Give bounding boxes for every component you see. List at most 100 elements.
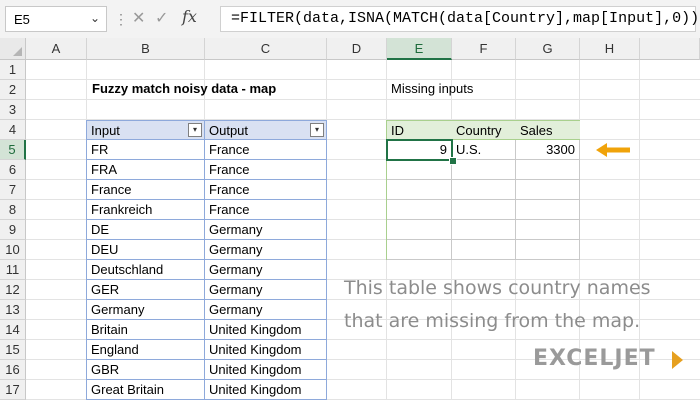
row-header-16[interactable]: 16 bbox=[0, 360, 26, 380]
map-cell[interactable]: United Kingdom bbox=[205, 320, 327, 340]
map-cell[interactable]: DEU bbox=[87, 240, 205, 260]
enter-icon[interactable]: ✓ bbox=[155, 8, 168, 28]
row-header-12[interactable]: 12 bbox=[0, 280, 26, 300]
result-header-sales[interactable]: Sales bbox=[516, 120, 580, 140]
map-cell[interactable]: France bbox=[205, 200, 327, 220]
result-header-country[interactable]: Country bbox=[452, 120, 516, 140]
row-header-2[interactable]: 2 bbox=[0, 80, 26, 100]
row-header-13[interactable]: 13 bbox=[0, 300, 26, 320]
empty-result-cell[interactable] bbox=[516, 180, 580, 200]
row-header-10[interactable]: 10 bbox=[0, 240, 26, 260]
map-cell[interactable]: Germany bbox=[205, 260, 327, 280]
map-cell[interactable]: Germany bbox=[205, 220, 327, 240]
row-header-7[interactable]: 7 bbox=[0, 180, 26, 200]
map-cell[interactable]: United Kingdom bbox=[205, 360, 327, 380]
map-cell[interactable]: France bbox=[205, 180, 327, 200]
column-header-a[interactable]: A bbox=[26, 38, 87, 60]
arrow-left-icon bbox=[596, 143, 630, 157]
map-cell[interactable]: United Kingdom bbox=[205, 380, 327, 400]
map-cell[interactable]: Germany bbox=[205, 280, 327, 300]
result-cell[interactable]: U.S. bbox=[452, 140, 516, 160]
map-cell[interactable]: Frankreich bbox=[87, 200, 205, 220]
empty-result-cell[interactable] bbox=[516, 240, 580, 260]
map-cell[interactable]: Germany bbox=[205, 300, 327, 320]
exceljet-logo: EXCELJET bbox=[533, 346, 656, 371]
filter-icon[interactable]: ▾ bbox=[310, 123, 324, 137]
table-border bbox=[87, 319, 327, 320]
column-header-c[interactable]: C bbox=[205, 38, 327, 60]
row-header-11[interactable]: 11 bbox=[0, 260, 26, 280]
map-cell[interactable]: GBR bbox=[87, 360, 205, 380]
insert-function-icon[interactable]: fx bbox=[182, 7, 197, 26]
empty-result-cell[interactable] bbox=[387, 220, 452, 240]
table-border bbox=[326, 120, 327, 400]
empty-result-cell[interactable] bbox=[387, 180, 452, 200]
column-header-g[interactable]: G bbox=[516, 38, 580, 60]
empty-result-cell[interactable] bbox=[452, 200, 516, 220]
empty-result-cell[interactable] bbox=[516, 220, 580, 240]
row-header-14[interactable]: 14 bbox=[0, 320, 26, 340]
column-header-h[interactable]: H bbox=[580, 38, 640, 60]
formula-input[interactable]: =FILTER(data,ISNA(MATCH(data[Country],ma… bbox=[220, 6, 700, 32]
table-border bbox=[87, 239, 327, 240]
map-cell[interactable]: United Kingdom bbox=[205, 340, 327, 360]
map-cell[interactable]: France bbox=[205, 140, 327, 160]
table-border bbox=[86, 120, 87, 400]
table-border bbox=[87, 359, 327, 360]
selected-cell-e5[interactable] bbox=[386, 139, 453, 161]
row-header-15[interactable]: 15 bbox=[0, 340, 26, 360]
map-cell[interactable]: FR bbox=[87, 140, 205, 160]
more-options-icon[interactable]: ⋮ bbox=[114, 11, 128, 28]
map-cell[interactable]: England bbox=[87, 340, 205, 360]
filter-icon[interactable]: ▾ bbox=[188, 123, 202, 137]
empty-result-cell[interactable] bbox=[452, 160, 516, 180]
map-cell[interactable]: Germany bbox=[87, 300, 205, 320]
row-header-1[interactable]: 1 bbox=[0, 60, 26, 80]
column-header-f[interactable]: F bbox=[452, 38, 516, 60]
row-header-6[interactable]: 6 bbox=[0, 160, 26, 180]
map-cell[interactable]: Deutschland bbox=[87, 260, 205, 280]
table-border bbox=[204, 120, 205, 400]
formula-text: =FILTER(data,ISNA(MATCH(data[Country],ma… bbox=[231, 10, 700, 27]
column-header-overflow[interactable] bbox=[640, 38, 700, 60]
empty-result-cell[interactable] bbox=[516, 160, 580, 180]
fill-handle[interactable] bbox=[449, 157, 457, 165]
empty-result-cell[interactable] bbox=[452, 240, 516, 260]
empty-result-cell[interactable] bbox=[387, 160, 452, 180]
map-cell[interactable]: FRA bbox=[87, 160, 205, 180]
annotation-line-2: that are missing from the map. bbox=[344, 310, 641, 332]
select-all-corner[interactable] bbox=[0, 38, 26, 60]
row-header-3[interactable]: 3 bbox=[0, 100, 26, 120]
empty-result-cell[interactable] bbox=[452, 220, 516, 240]
result-cell[interactable]: 3300 bbox=[516, 140, 580, 160]
result-header-id[interactable]: ID bbox=[387, 120, 452, 140]
gridline-horizontal bbox=[26, 79, 700, 80]
row-header-17[interactable]: 17 bbox=[0, 380, 26, 400]
map-cell[interactable]: Germany bbox=[205, 240, 327, 260]
empty-result-cell[interactable] bbox=[387, 240, 452, 260]
table-border bbox=[87, 299, 327, 300]
map-cell[interactable]: Great Britain bbox=[87, 380, 205, 400]
map-cell[interactable]: GER bbox=[87, 280, 205, 300]
empty-result-cell[interactable] bbox=[387, 200, 452, 220]
row-header-8[interactable]: 8 bbox=[0, 200, 26, 220]
formula-bar: E5 ⌄ ⋮ ✕ ✓ fx =FILTER(data,ISNA(MATCH(da… bbox=[0, 0, 700, 38]
name-box[interactable]: E5 ⌄ bbox=[5, 6, 107, 32]
column-header-b[interactable]: B bbox=[87, 38, 205, 60]
empty-result-cell[interactable] bbox=[452, 180, 516, 200]
table-border bbox=[87, 379, 327, 380]
map-cell[interactable]: Britain bbox=[87, 320, 205, 340]
row-header-4[interactable]: 4 bbox=[0, 120, 26, 140]
row-header-5[interactable]: 5 bbox=[0, 140, 26, 160]
chevron-down-icon[interactable]: ⌄ bbox=[90, 11, 100, 25]
cancel-icon[interactable]: ✕ bbox=[132, 8, 145, 28]
empty-result-cell[interactable] bbox=[516, 200, 580, 220]
map-cell[interactable]: France bbox=[205, 160, 327, 180]
row-header-9[interactable]: 9 bbox=[0, 220, 26, 240]
map-header-output[interactable]: Output bbox=[205, 120, 327, 140]
map-cell[interactable]: DE bbox=[87, 220, 205, 240]
column-header-e[interactable]: E bbox=[387, 38, 452, 60]
column-header-d[interactable]: D bbox=[327, 38, 387, 60]
map-cell[interactable]: France bbox=[87, 180, 205, 200]
gridline-horizontal bbox=[26, 99, 700, 100]
